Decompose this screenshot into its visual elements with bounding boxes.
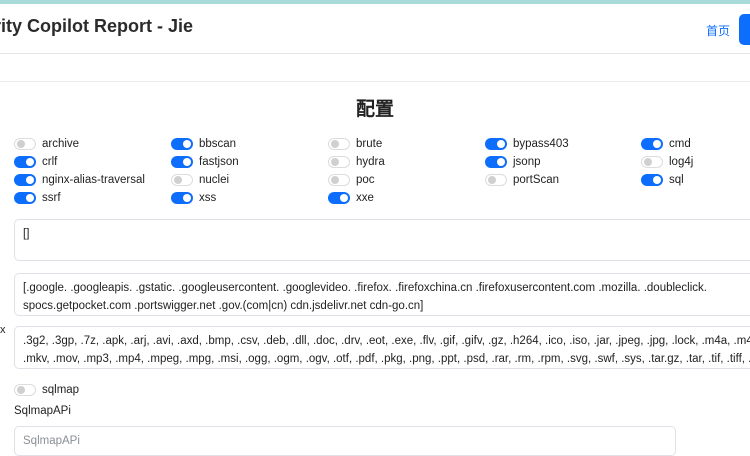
plugin-toggle-poc[interactable]: poc bbox=[328, 172, 375, 188]
plugin-toggle-portScan[interactable]: portScan bbox=[485, 172, 559, 188]
plugin-toggle-crlf[interactable]: crlf bbox=[14, 154, 57, 170]
plugin-toggle-bbscan[interactable]: bbscan bbox=[171, 136, 236, 152]
plugin-label: nginx-alias-traversal bbox=[42, 174, 145, 186]
navbar: rity Copilot Report - Jie 首页 bbox=[0, 4, 750, 54]
switch-knob bbox=[331, 140, 339, 148]
plugin-label: bypass403 bbox=[513, 138, 569, 150]
plugin-toggle-log4j[interactable]: log4j bbox=[641, 154, 693, 170]
plugin-label: sql bbox=[669, 174, 684, 186]
plugin-switch[interactable] bbox=[485, 138, 507, 150]
plugin-switch[interactable] bbox=[14, 138, 36, 150]
divider bbox=[0, 81, 750, 82]
switch-knob bbox=[26, 194, 34, 202]
plugin-toggle-nginx-alias-traversal[interactable]: nginx-alias-traversal bbox=[14, 172, 145, 188]
extension-filter-textarea[interactable]: .3g2, .3gp, .7z, .apk, .arj, .avi, .axd,… bbox=[14, 326, 750, 369]
plugin-toggle-fastjson[interactable]: fastjson bbox=[171, 154, 239, 170]
plugin-label: poc bbox=[356, 174, 375, 186]
brand-title: rity Copilot Report - Jie bbox=[0, 16, 194, 36]
plugin-switch[interactable] bbox=[14, 174, 36, 186]
switch-knob bbox=[183, 158, 191, 166]
plugin-toggle-xss[interactable]: xss bbox=[171, 190, 216, 206]
plugin-label: crlf bbox=[42, 156, 58, 168]
plugin-label: cmd bbox=[669, 138, 691, 150]
plugin-switch[interactable] bbox=[641, 138, 663, 150]
plugin-switch[interactable] bbox=[485, 156, 507, 168]
switch-knob bbox=[183, 140, 191, 148]
plugin-toggle-xxe[interactable]: xxe bbox=[328, 190, 374, 206]
plugin-toggle-brute[interactable]: brute bbox=[328, 136, 382, 152]
plugin-toggle-ssrf[interactable]: ssrf bbox=[14, 190, 61, 206]
switch-knob bbox=[497, 140, 505, 148]
plugin-switch[interactable] bbox=[14, 156, 36, 168]
plugin-switch[interactable] bbox=[328, 192, 350, 204]
plugin-toggle-cmd[interactable]: cmd bbox=[641, 136, 691, 152]
plugin-switch[interactable] bbox=[171, 156, 193, 168]
plugin-switch[interactable] bbox=[485, 174, 507, 186]
plugin-switch[interactable] bbox=[171, 138, 193, 150]
plugin-label: xxe bbox=[356, 192, 374, 204]
plugin-switch[interactable] bbox=[171, 192, 193, 204]
plugin-label: bbscan bbox=[199, 138, 237, 150]
plugin-label: hydra bbox=[356, 156, 385, 168]
plugin-label: jsonp bbox=[513, 156, 541, 168]
plugin-label: brute bbox=[356, 138, 383, 150]
plugin-switch[interactable] bbox=[328, 156, 350, 168]
plugin-label: xss bbox=[199, 192, 217, 204]
plugin-toggle-jsonp[interactable]: jsonp bbox=[485, 154, 541, 170]
switch-knob bbox=[26, 158, 34, 166]
sqlmap-label: sqlmap bbox=[42, 384, 80, 396]
switch-knob bbox=[174, 176, 182, 184]
sqlmap-api-label: SqlmapAPi bbox=[14, 405, 71, 417]
switch-knob bbox=[653, 176, 661, 184]
switch-knob bbox=[497, 158, 505, 166]
plugin-toggle-nuclei[interactable]: nuclei bbox=[171, 172, 229, 188]
plugin-label: log4j bbox=[669, 156, 694, 168]
sqlmap-api-input[interactable] bbox=[14, 426, 676, 456]
exclude-list-textarea[interactable]: [] bbox=[14, 219, 750, 261]
switch-knob bbox=[644, 158, 652, 166]
nav-action-button[interactable] bbox=[739, 14, 750, 45]
switch-knob bbox=[340, 194, 348, 202]
plugin-toggle-hydra[interactable]: hydra bbox=[328, 154, 385, 170]
plugin-switch[interactable] bbox=[14, 192, 36, 204]
plugin-toggle-archive[interactable]: archive bbox=[14, 136, 79, 152]
plugin-label: portScan bbox=[513, 174, 560, 186]
plugin-switch[interactable] bbox=[641, 174, 663, 186]
switch-knob bbox=[183, 194, 191, 202]
plugin-switch[interactable] bbox=[641, 156, 663, 168]
plugin-switch[interactable] bbox=[171, 174, 193, 186]
switch-knob bbox=[653, 140, 661, 148]
plugin-label: archive bbox=[42, 138, 80, 150]
plugin-label: fastjson bbox=[199, 156, 239, 168]
switch-knob bbox=[488, 176, 496, 184]
sqlmap-switch[interactable] bbox=[14, 384, 36, 396]
switch-knob bbox=[331, 176, 339, 184]
switch-knob bbox=[17, 140, 25, 148]
switch-knob bbox=[17, 386, 25, 394]
nav-home-link[interactable]: 首页 bbox=[706, 22, 730, 39]
plugin-label: ssrf bbox=[42, 192, 61, 204]
domain-filter-textarea[interactable]: [.google. .googleapis. .gstatic. .google… bbox=[14, 273, 750, 316]
page-title: 配置 bbox=[355, 99, 394, 120]
switch-knob bbox=[26, 176, 34, 184]
plugin-label: nuclei bbox=[199, 174, 230, 186]
plugin-switch[interactable] bbox=[328, 138, 350, 150]
plugin-toggle-sql[interactable]: sql bbox=[641, 172, 684, 188]
switch-knob bbox=[331, 158, 339, 166]
sqlmap-toggle[interactable]: sqlmap bbox=[14, 382, 79, 398]
plugin-toggle-bypass403[interactable]: bypass403 bbox=[485, 136, 569, 152]
extension-field-label: x bbox=[0, 324, 6, 336]
plugin-switch[interactable] bbox=[328, 174, 350, 186]
